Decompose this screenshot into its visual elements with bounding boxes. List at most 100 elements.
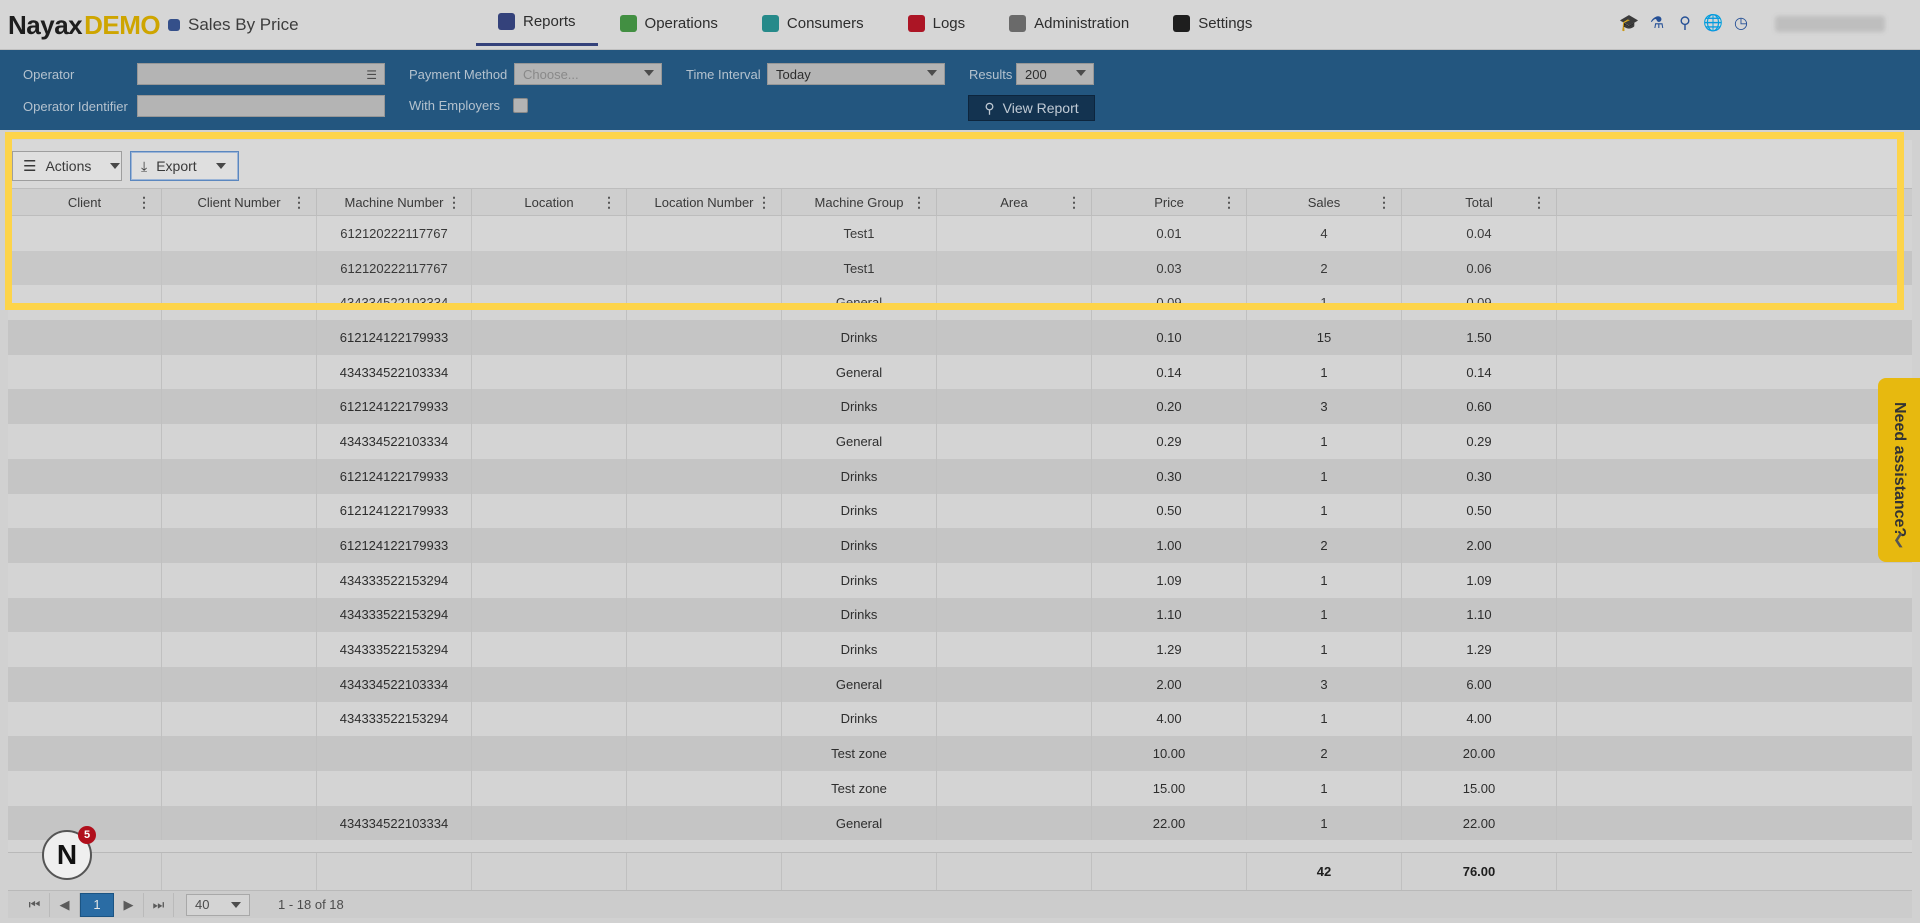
column-header[interactable]: Area ⋮ xyxy=(937,189,1092,216)
nav-operations[interactable]: Operations xyxy=(598,0,740,46)
results-select[interactable]: 200 xyxy=(1016,63,1094,85)
notifications-badge[interactable]: N 5 xyxy=(42,826,96,880)
footer-cell xyxy=(1092,853,1247,890)
table-cell xyxy=(937,597,1092,633)
time-interval-select[interactable]: Today xyxy=(767,63,945,85)
table-cell xyxy=(162,771,317,806)
table-cell: 2 xyxy=(1247,250,1402,286)
nav-reports[interactable]: Reports xyxy=(476,0,598,46)
nav-consumers[interactable]: Consumers xyxy=(740,0,886,46)
table-row[interactable]: 612124122179933 Drinks 0.50 1 0.50 xyxy=(8,493,1912,529)
column-menu-icon[interactable]: ⋮ xyxy=(912,195,926,209)
table-cell xyxy=(472,562,627,598)
table-cell xyxy=(937,250,1092,286)
table-cell xyxy=(8,354,162,390)
table-cell: 1 xyxy=(1247,805,1402,841)
column-header[interactable]: Client ⋮ xyxy=(8,189,162,216)
table-cell xyxy=(8,320,162,355)
page-number-current[interactable]: 1 xyxy=(80,892,114,917)
table-row[interactable]: 612120222117767 Test1 0.03 2 0.06 xyxy=(8,250,1912,286)
table-cell xyxy=(8,458,162,494)
with-employers-checkbox[interactable] xyxy=(513,98,528,113)
table-row[interactable]: 434333522153294 Drinks 1.10 1 1.10 xyxy=(8,597,1912,633)
graduation-cap-icon[interactable]: 🎓 xyxy=(1619,14,1639,32)
list-icon[interactable]: ☰ xyxy=(366,68,377,82)
prev-page-icon[interactable]: ◀ xyxy=(50,892,80,917)
first-page-icon[interactable]: ⏮ xyxy=(20,892,50,917)
table-cell: 1.09 xyxy=(1402,562,1557,598)
next-page-icon[interactable]: ▶ xyxy=(114,892,144,917)
globe-icon[interactable]: 🌐 xyxy=(1703,14,1723,32)
nav-logs[interactable]: Logs xyxy=(886,0,988,46)
table-row[interactable]: Test zone 10.00 2 20.00 xyxy=(8,736,1912,771)
table-cell xyxy=(627,736,782,771)
table-cell: General xyxy=(782,354,937,390)
table-cell: 0.03 xyxy=(1092,250,1247,286)
column-header[interactable]: Location Number ⋮ xyxy=(627,189,782,216)
view-report-button[interactable]: ⚲ View Report xyxy=(968,95,1095,121)
table-row[interactable]: 434334522103334 General 0.09 1 0.09 xyxy=(8,285,1912,321)
table-row[interactable]: 612124122179933 Drinks 0.20 3 0.60 xyxy=(8,389,1912,425)
column-header[interactable]: Location ⋮ xyxy=(472,189,627,216)
footer-cell xyxy=(627,853,782,890)
operator-field[interactable]: ☰ xyxy=(137,63,385,85)
column-menu-icon[interactable]: ⋮ xyxy=(602,195,616,209)
column-header[interactable]: Machine Group ⋮ xyxy=(782,189,937,216)
column-menu-icon[interactable]: ⋮ xyxy=(1532,195,1546,209)
table-cell xyxy=(162,493,317,529)
page-size-select[interactable]: 40 xyxy=(186,893,250,916)
column-menu-icon[interactable]: ⋮ xyxy=(137,195,151,209)
column-header-label: Price xyxy=(1154,195,1184,210)
column-header[interactable]: Price ⋮ xyxy=(1092,189,1247,216)
column-menu-icon[interactable]: ⋮ xyxy=(1067,195,1081,209)
table-row[interactable]: 434334522103334 General 0.29 1 0.29 xyxy=(8,424,1912,459)
column-menu-icon[interactable]: ⋮ xyxy=(447,195,461,209)
operator-label: Operator xyxy=(23,67,75,82)
search-icon[interactable]: ⚲ xyxy=(1676,14,1694,32)
payment-method-select[interactable]: Choose... xyxy=(514,63,662,85)
need-assistance-tab[interactable]: Need assistance? ❮ xyxy=(1878,378,1920,562)
clock-icon[interactable]: ◷ xyxy=(1732,14,1750,32)
table-cell: 2 xyxy=(1247,528,1402,563)
table-row[interactable]: 434333522153294 Drinks 1.09 1 1.09 xyxy=(8,562,1912,598)
table-row[interactable]: 434334522103334 General 22.00 1 22.00 xyxy=(8,805,1912,841)
column-header[interactable]: Sales ⋮ xyxy=(1247,189,1402,216)
table-row[interactable]: Test zone 15.00 1 15.00 xyxy=(8,771,1912,806)
nav-settings[interactable]: Settings xyxy=(1151,0,1274,46)
column-menu-icon[interactable]: ⋮ xyxy=(1377,195,1391,209)
user-menu[interactable] xyxy=(1775,16,1885,32)
column-header[interactable]: Total ⋮ xyxy=(1402,189,1557,216)
table-cell: Test1 xyxy=(782,216,937,251)
table-cell xyxy=(162,389,317,425)
last-page-icon[interactable]: ⏭ xyxy=(144,892,174,917)
column-header-label: Machine Number xyxy=(344,195,444,210)
table-row[interactable]: 434333522153294 Drinks 4.00 1 4.00 xyxy=(8,701,1912,737)
table-cell: 1 xyxy=(1247,354,1402,390)
table-cell xyxy=(8,216,162,251)
operator-identifier-field[interactable] xyxy=(137,95,385,117)
notification-count: 5 xyxy=(78,826,96,844)
pager-info: 1 - 18 of 18 xyxy=(278,897,344,912)
nayax-logo[interactable]: NayaxDEMO xyxy=(8,10,161,41)
table-cell xyxy=(162,250,317,286)
column-menu-icon[interactable]: ⋮ xyxy=(757,195,771,209)
table-row[interactable]: 434334522103334 General 2.00 3 6.00 xyxy=(8,666,1912,702)
column-menu-icon[interactable]: ⋮ xyxy=(1222,195,1236,209)
column-header-label: Location xyxy=(524,195,574,210)
column-header[interactable]: Machine Number ⋮ xyxy=(317,189,472,216)
table-cell: 0.14 xyxy=(1092,354,1247,390)
table-row[interactable]: 612124122179933 Drinks 0.30 1 0.30 xyxy=(8,458,1912,494)
actions-button[interactable]: ☰ Actions xyxy=(12,151,122,181)
table-row[interactable]: 612120222117767 Test1 0.01 4 0.04 xyxy=(8,216,1912,251)
column-header[interactable]: Client Number ⋮ xyxy=(162,189,317,216)
table-row[interactable]: 612124122179933 Drinks 0.10 15 1.50 xyxy=(8,320,1912,355)
nav-administration[interactable]: Administration xyxy=(987,0,1151,46)
table-row[interactable]: 434334522103334 General 0.14 1 0.14 xyxy=(8,354,1912,390)
export-button[interactable]: ⤓ Export xyxy=(130,151,239,181)
flask-icon[interactable]: ⚗ xyxy=(1648,14,1666,32)
table-row[interactable]: 434333522153294 Drinks 1.29 1 1.29 xyxy=(8,632,1912,667)
table-row[interactable]: 612124122179933 Drinks 1.00 2 2.00 xyxy=(8,528,1912,563)
table-cell xyxy=(8,528,162,563)
table-cell xyxy=(937,354,1092,390)
column-menu-icon[interactable]: ⋮ xyxy=(292,195,306,209)
